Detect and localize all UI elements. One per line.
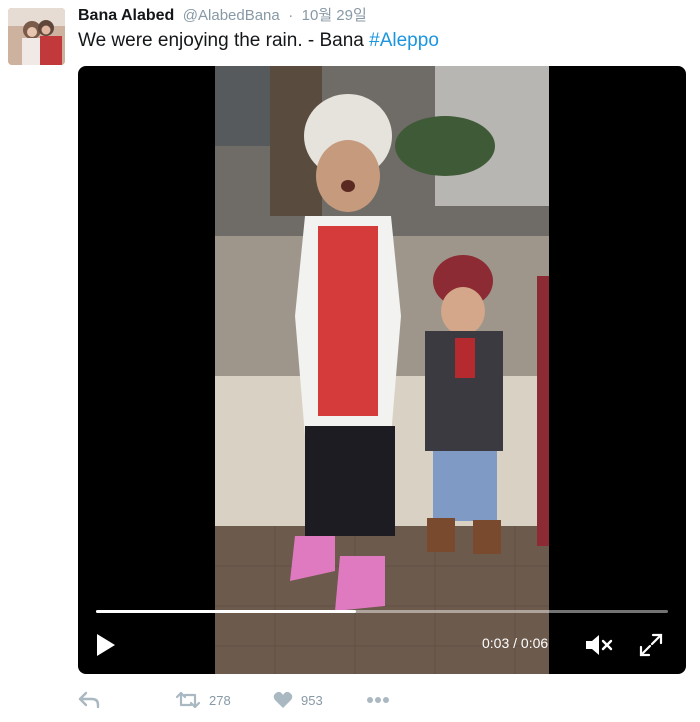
- avatar[interactable]: [8, 8, 65, 65]
- tweet-header: Bana Alabed @AlabedBana · 10월 29일: [78, 7, 367, 25]
- tweet-actions: 278 953: [78, 688, 686, 712]
- reply-button[interactable]: [78, 688, 100, 712]
- mute-button[interactable]: [584, 632, 614, 658]
- avatar-photo: [8, 8, 65, 65]
- video-frame: [215, 66, 549, 674]
- retweet-icon: [175, 691, 201, 709]
- heart-icon: [273, 691, 293, 708]
- video-progress-bar[interactable]: [96, 610, 668, 613]
- retweet-button[interactable]: 278: [175, 688, 231, 712]
- video-time-separator: /: [509, 635, 521, 651]
- tweet-body: We were enjoying the rain. - Bana: [78, 30, 370, 51]
- video-time: 0:03 / 0:06: [482, 635, 548, 651]
- author-name[interactable]: Bana Alabed: [78, 7, 174, 24]
- header-separator: ·: [288, 7, 294, 24]
- play-icon: [97, 634, 115, 656]
- play-button[interactable]: [94, 632, 118, 658]
- tweet-text: We were enjoying the rain. - Bana #Alepp…: [78, 30, 439, 52]
- like-count: 953: [301, 692, 323, 708]
- video-player[interactable]: 0:03 / 0:06: [78, 66, 686, 674]
- speaker-muted-icon: [586, 635, 613, 655]
- more-button[interactable]: [366, 688, 390, 712]
- reply-icon: [78, 691, 100, 709]
- video-progress-fill: [96, 610, 357, 613]
- retweet-count: 278: [209, 692, 231, 708]
- hashtag-link[interactable]: #Aleppo: [369, 30, 439, 51]
- tweet-timestamp[interactable]: 10월 29일: [302, 7, 367, 24]
- more-icon: [367, 697, 389, 703]
- tweet: Bana Alabed @AlabedBana · 10월 29일 We wer…: [0, 0, 700, 722]
- author-handle[interactable]: @AlabedBana: [183, 7, 280, 24]
- fullscreen-icon: [639, 633, 663, 657]
- video-duration: 0:06: [520, 635, 549, 651]
- fullscreen-button[interactable]: [638, 632, 664, 658]
- video-current-time: 0:03: [482, 635, 510, 651]
- like-button[interactable]: 953: [273, 688, 323, 712]
